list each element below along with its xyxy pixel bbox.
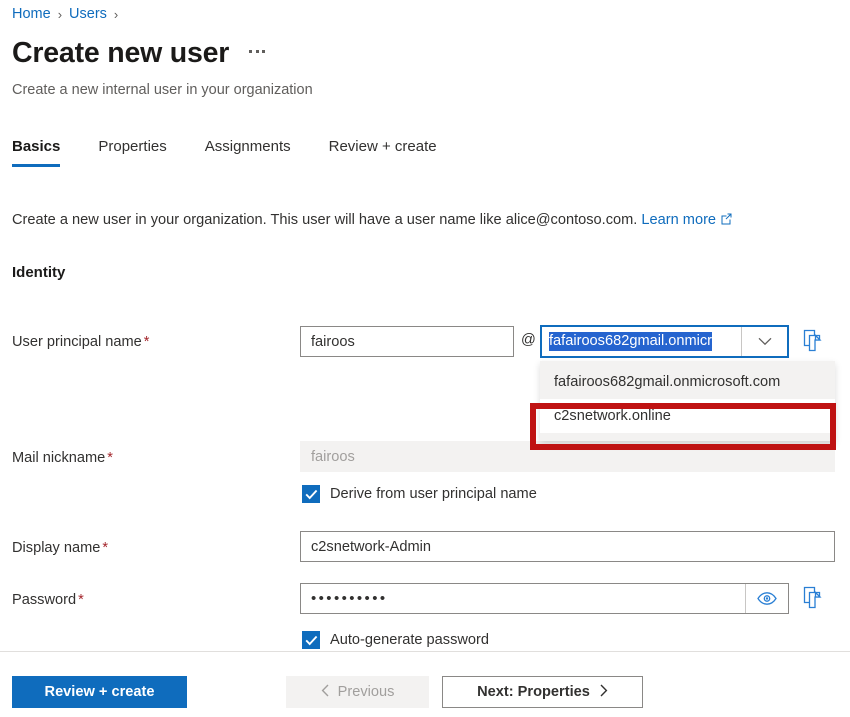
title-row: Create new user bbox=[12, 38, 265, 69]
tab-review-create[interactable]: Review + create bbox=[310, 134, 456, 167]
learn-more-link[interactable]: Learn more bbox=[641, 212, 716, 228]
domain-selected-text: fafairoos682gmail.onmicr bbox=[549, 332, 712, 351]
breadcrumb-item-users[interactable]: Users bbox=[69, 6, 107, 22]
ellipsis-dot-1 bbox=[249, 50, 252, 53]
domain-dropdown-list[interactable]: fafairoos682gmail.onmicrosoft.com c2snet… bbox=[540, 361, 835, 441]
auto-generate-password-checkbox-row[interactable]: Auto-generate password bbox=[302, 631, 489, 649]
breadcrumb-separator-icon: › bbox=[58, 7, 62, 22]
user-principal-name-input[interactable]: fairoos bbox=[300, 326, 514, 357]
derive-from-upn-label: Derive from user principal name bbox=[330, 486, 537, 502]
upn-required-marker: * bbox=[144, 334, 150, 350]
domain-option-c2snetwork[interactable]: c2snetwork.online bbox=[540, 399, 835, 433]
tab-bar: Basics Properties Assignments Review + c… bbox=[12, 134, 456, 167]
footer-bar: Review + create Previous Next: Propertie… bbox=[0, 652, 850, 717]
password-label: Password* bbox=[12, 592, 84, 608]
chevron-right-icon bbox=[599, 684, 608, 701]
tab-properties[interactable]: Properties bbox=[79, 134, 185, 167]
breadcrumb: Home › Users › bbox=[12, 6, 118, 22]
review-create-button[interactable]: Review + create bbox=[12, 676, 187, 708]
external-link-icon[interactable] bbox=[720, 212, 733, 229]
breadcrumb-item-home[interactable]: Home bbox=[12, 6, 51, 22]
display-name-required-marker: * bbox=[102, 540, 108, 556]
upn-label-text: User principal name bbox=[12, 334, 142, 350]
derive-from-upn-checkbox[interactable] bbox=[302, 485, 320, 503]
ellipsis-dot-2 bbox=[256, 50, 259, 53]
copy-upn-icon[interactable] bbox=[802, 329, 826, 360]
page-subtitle: Create a new internal user in your organ… bbox=[12, 82, 313, 98]
auto-generate-password-label: Auto-generate password bbox=[330, 632, 489, 648]
password-label-text: Password bbox=[12, 592, 76, 608]
next-properties-label: Next: Properties bbox=[477, 684, 590, 700]
mail-nickname-label: Mail nickname* bbox=[12, 450, 113, 466]
chevron-left-icon bbox=[321, 684, 330, 701]
intro-text: Create a new user in your organization. … bbox=[12, 212, 637, 228]
domain-option-onmicrosoft[interactable]: fafairoos682gmail.onmicrosoft.com bbox=[540, 365, 835, 399]
eye-icon[interactable] bbox=[745, 584, 788, 613]
intro-text-block: Create a new user in your organization. … bbox=[12, 212, 733, 229]
display-name-label-text: Display name bbox=[12, 540, 100, 556]
next-properties-button[interactable]: Next: Properties bbox=[442, 676, 643, 708]
copy-password-icon[interactable] bbox=[802, 586, 826, 617]
display-name-input[interactable]: c2snetwork-Admin bbox=[300, 531, 835, 562]
mail-nickname-required-marker: * bbox=[107, 450, 113, 466]
domain-combobox[interactable]: fafairoos682gmail.onmicr bbox=[540, 325, 789, 358]
more-actions-icon[interactable] bbox=[249, 50, 265, 57]
password-input[interactable]: •••••••••• bbox=[301, 584, 745, 613]
tab-basics[interactable]: Basics bbox=[12, 134, 79, 167]
previous-button-label: Previous bbox=[338, 684, 395, 700]
chevron-down-icon[interactable] bbox=[741, 327, 787, 356]
user-principal-name-label: User principal name* bbox=[12, 334, 149, 350]
mail-nickname-input: fairoos bbox=[300, 441, 835, 472]
password-required-marker: * bbox=[78, 592, 84, 608]
derive-from-upn-checkbox-row[interactable]: Derive from user principal name bbox=[302, 485, 537, 503]
tab-assignments[interactable]: Assignments bbox=[186, 134, 310, 167]
mail-nickname-label-text: Mail nickname bbox=[12, 450, 105, 466]
breadcrumb-separator-icon-2: › bbox=[114, 7, 118, 22]
domain-combobox-value[interactable]: fafairoos682gmail.onmicr bbox=[542, 327, 741, 356]
auto-generate-password-checkbox[interactable] bbox=[302, 631, 320, 649]
ellipsis-dot-3 bbox=[262, 50, 265, 53]
section-heading-identity: Identity bbox=[12, 264, 65, 281]
previous-button: Previous bbox=[286, 676, 429, 708]
password-field[interactable]: •••••••••• bbox=[300, 583, 789, 614]
at-symbol: @ bbox=[521, 332, 536, 348]
display-name-label: Display name* bbox=[12, 540, 108, 556]
page-title: Create new user bbox=[12, 38, 229, 69]
